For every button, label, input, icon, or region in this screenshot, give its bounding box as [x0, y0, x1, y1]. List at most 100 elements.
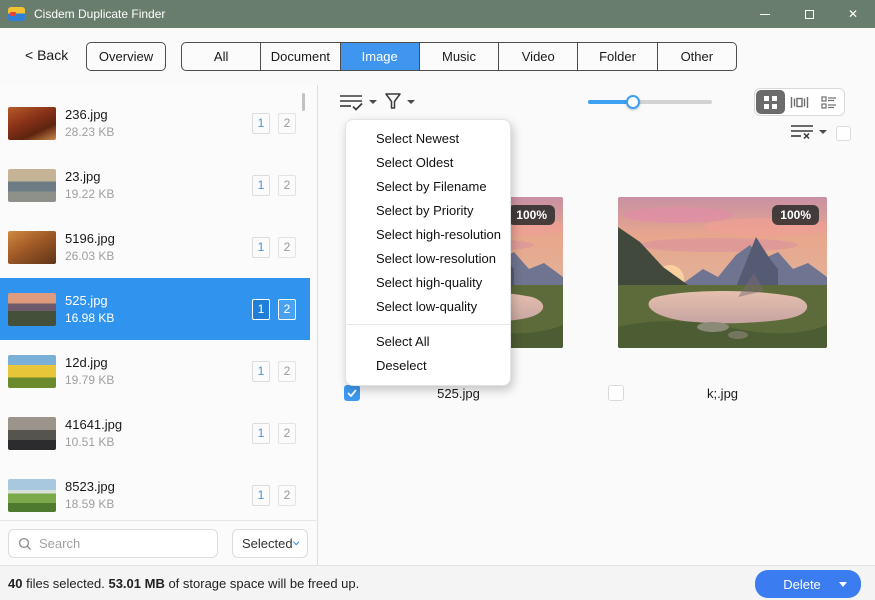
category-tabs: AllDocumentImageMusicVideoFolderOther — [181, 42, 737, 71]
menu-item-select-by-filename[interactable]: Select by Filename — [346, 175, 510, 199]
file-name: 12d.jpg — [65, 355, 252, 370]
match-percent-badge: 100% — [772, 205, 819, 225]
search-icon — [18, 537, 32, 551]
search-box[interactable] — [8, 529, 218, 558]
duplicate-count-secondary[interactable]: 2 — [278, 485, 296, 506]
menu-item-select-newest[interactable]: Select Newest — [346, 127, 510, 151]
view-mode-grid-button[interactable] — [756, 90, 785, 114]
menu-item-select-oldest[interactable]: Select Oldest — [346, 151, 510, 175]
duplicate-count-primary[interactable]: 1 — [252, 113, 270, 134]
duplicate-filename: k;.jpg — [604, 385, 841, 402]
app-window: Cisdem Duplicate Finder ✕ < Back Overvie… — [0, 0, 875, 600]
auto-select-menu: Select NewestSelect OldestSelect by File… — [345, 119, 511, 386]
duplicate-count-primary[interactable]: 1 — [252, 485, 270, 506]
file-row[interactable]: 8523.jpg18.59 KB12 — [0, 464, 310, 520]
duplicate-count-secondary[interactable]: 2 — [278, 423, 296, 444]
maximize-button[interactable] — [787, 0, 831, 28]
tab-all[interactable]: All — [182, 43, 261, 70]
file-size: 19.22 KB — [65, 187, 252, 201]
statusbar: 40 files selected. 53.01 MB of storage s… — [0, 565, 875, 600]
close-button[interactable]: ✕ — [831, 0, 875, 28]
duplicate-photo[interactable]: 100% — [618, 197, 827, 348]
overview-button[interactable]: Overview — [86, 42, 166, 71]
delete-options-caret-icon[interactable] — [839, 582, 847, 587]
selected-filter-label: Selected — [242, 536, 293, 551]
menu-item-select-by-priority[interactable]: Select by Priority — [346, 199, 510, 223]
caret-down-icon — [819, 130, 827, 134]
menu-item-select-low-resolution[interactable]: Select low-resolution — [346, 247, 510, 271]
back-button[interactable]: < Back — [25, 47, 68, 63]
file-thumbnail — [8, 107, 56, 140]
tab-document[interactable]: Document — [261, 43, 340, 70]
auto-select-dropdown-button[interactable] — [338, 92, 377, 112]
menu-item-deselect[interactable]: Deselect — [346, 354, 510, 378]
titlebar: Cisdem Duplicate Finder ✕ — [0, 0, 875, 28]
select-lines-check-icon — [338, 92, 364, 112]
selected-filter-dropdown[interactable]: Selected — [232, 529, 308, 558]
duplicate-checkbox[interactable] — [344, 385, 360, 401]
file-size: 26.03 KB — [65, 249, 252, 263]
file-thumbnail — [8, 355, 56, 388]
tab-folder[interactable]: Folder — [578, 43, 657, 70]
duplicate-count-secondary[interactable]: 2 — [278, 237, 296, 258]
file-row[interactable]: 23.jpg19.22 KB12 — [0, 154, 310, 216]
thumbnail-zoom-slider[interactable] — [588, 100, 712, 104]
status-summary: 40 files selected. 53.01 MB of storage s… — [8, 576, 359, 591]
duplicate-count-primary[interactable]: 1 — [252, 237, 270, 258]
duplicate-count-primary[interactable]: 1 — [252, 175, 270, 196]
duplicate-count-primary[interactable]: 1 — [252, 423, 270, 444]
file-size: 16.98 KB — [65, 311, 252, 325]
tab-video[interactable]: Video — [499, 43, 578, 70]
duplicate-count-primary[interactable]: 1 — [252, 299, 270, 320]
search-row: Selected — [0, 520, 316, 565]
duplicate-checkbox[interactable] — [608, 385, 624, 401]
caret-down-icon — [369, 100, 377, 104]
navbar: < Back Overview AllDocumentImageMusicVid… — [0, 28, 875, 85]
minimize-button[interactable] — [743, 0, 787, 28]
menu-item-select-high-resolution[interactable]: Select high-resolution — [346, 223, 510, 247]
file-row[interactable]: 41641.jpg 10.51 KB12 — [0, 402, 310, 464]
file-name: 41641.jpg — [65, 417, 252, 432]
file-row[interactable]: 236.jpg 28.23 KB12 — [0, 92, 310, 154]
file-row[interactable]: 12d.jpg 19.79 KB12 — [0, 340, 310, 402]
group-deselect-dropdown-button[interactable] — [790, 123, 827, 141]
deselect-lines-x-icon — [790, 123, 814, 141]
tab-music[interactable]: Music — [420, 43, 499, 70]
duplicate-count-primary[interactable]: 1 — [252, 361, 270, 382]
sidebar-scrollbar[interactable] — [302, 93, 305, 111]
file-size: 28.23 KB — [65, 125, 252, 139]
view-mode-list-button[interactable] — [814, 90, 843, 114]
duplicate-count-secondary[interactable]: 2 — [278, 299, 296, 320]
slider-thumb[interactable] — [626, 95, 640, 109]
duplicate-file-list: 236.jpg28.23 KB1223.jpg19.22 KB125196.jp… — [0, 85, 316, 520]
duplicate-count-secondary[interactable]: 2 — [278, 113, 296, 134]
view-mode-compare-button[interactable] — [785, 90, 814, 114]
file-size: 10.51 KB — [65, 435, 252, 449]
file-thumbnail — [8, 169, 56, 202]
menu-item-select-low-quality[interactable]: Select low-quality — [346, 295, 510, 319]
tab-image[interactable]: Image — [341, 43, 420, 70]
sidebar: 236.jpg28.23 KB1223.jpg19.22 KB125196.jp… — [0, 85, 318, 565]
duplicate-count-secondary[interactable]: 2 — [278, 175, 296, 196]
file-row[interactable]: 5196.jpg26.03 KB12 — [0, 216, 310, 278]
file-name: 236.jpg — [65, 107, 252, 122]
file-name: 525.jpg — [65, 293, 252, 308]
group-select-checkbox[interactable] — [836, 126, 851, 141]
caret-down-icon — [407, 100, 415, 104]
duplicate-count-secondary[interactable]: 2 — [278, 361, 296, 382]
file-row[interactable]: 525.jpg 16.98 KB12 — [0, 278, 310, 340]
filter-dropdown-button[interactable] — [384, 92, 415, 111]
match-percent-badge: 100% — [508, 205, 555, 225]
funnel-icon — [384, 92, 402, 111]
view-mode-toggle — [754, 88, 845, 116]
menu-item-select-high-quality[interactable]: Select high-quality — [346, 271, 510, 295]
duplicate-card: 100% k;.jpg — [604, 197, 841, 403]
file-size: 19.79 KB — [65, 373, 252, 387]
selected-count: 40 — [8, 576, 22, 591]
file-size: 18.59 KB — [65, 497, 252, 511]
menu-item-select-all[interactable]: Select All — [346, 330, 510, 354]
delete-button[interactable]: Delete — [755, 570, 861, 598]
chevron-down-icon — [293, 540, 299, 547]
tab-other[interactable]: Other — [658, 43, 736, 70]
search-input[interactable] — [39, 536, 199, 551]
